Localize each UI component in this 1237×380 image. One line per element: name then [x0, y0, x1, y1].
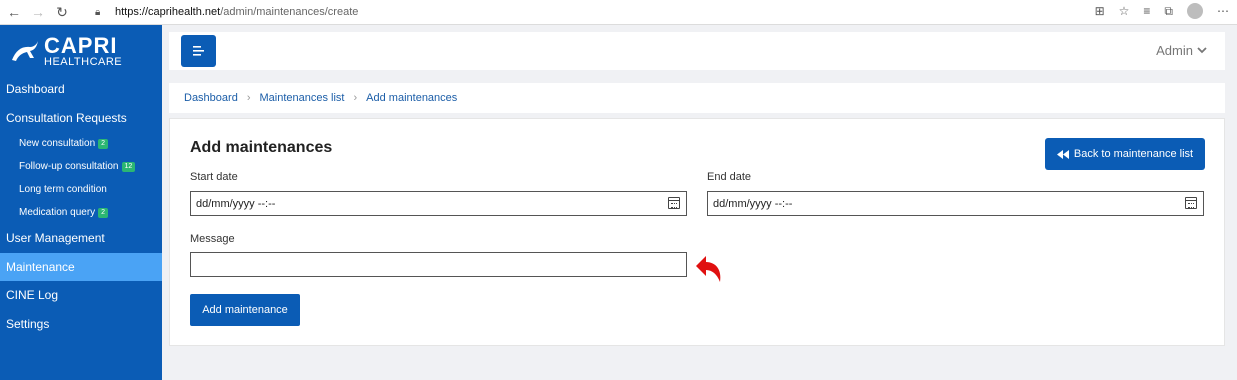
sidebar-item-follow-up-consultation[interactable]: Follow-up consultation 12 — [0, 155, 162, 178]
logo-line2: HEALTHCARE — [44, 55, 123, 68]
start-date-label: Start date — [190, 171, 238, 183]
breadcrumb-separator-icon: › — [246, 92, 251, 104]
browser-toolbar: ← → ↻ 🔒︎ https://caprihealth.net/admin/m… — [0, 0, 1237, 25]
sidebar-item-label: Long term condition — [19, 184, 107, 195]
forward-arrow-icon[interactable]: → — [28, 2, 48, 22]
sidebar-item-settings[interactable]: Settings — [0, 310, 162, 339]
sidebar-item-consultation-requests[interactable]: Consultation Requests — [0, 104, 162, 133]
chevron-down-icon — [1197, 47, 1207, 54]
logo[interactable]: CAPRI HEALTHCARE — [10, 33, 122, 69]
breadcrumb-dashboard[interactable]: Dashboard — [184, 92, 238, 104]
sidebar-toggle-button[interactable] — [181, 35, 216, 67]
page-title: Add maintenances — [190, 139, 333, 156]
end-date-input[interactable]: dd/mm/yyyy --:-- — [707, 191, 1204, 216]
sidebar-item-medication-query[interactable]: Medication query 2 — [0, 201, 162, 224]
calendar-icon[interactable] — [1185, 197, 1197, 209]
sidebar: CAPRI HEALTHCARE Dashboard Consultation … — [0, 25, 162, 380]
sidebar-item-label: Consultation Requests — [6, 110, 127, 125]
logo-line1: CAPRI — [44, 32, 118, 58]
capri-logo-icon — [12, 41, 38, 61]
form-card: Add maintenances Back to maintenance lis… — [169, 118, 1225, 346]
sidebar-item-label: New consultation — [19, 138, 96, 149]
profile-icon[interactable] — [1187, 3, 1203, 19]
sidebar-item-cine-log[interactable]: CINE Log — [0, 281, 162, 310]
url-path: /admin/maintenances/create — [220, 6, 359, 18]
sidebar-item-long-term-condition[interactable]: Long term condition — [0, 178, 162, 201]
breadcrumb-current: Add maintenances — [366, 92, 458, 104]
message-label: Message — [190, 233, 235, 245]
sidebar-item-maintenance[interactable]: Maintenance — [0, 252, 162, 281]
back-button-label: Back to maintenance list — [1073, 148, 1194, 160]
count-badge: 2 — [98, 207, 109, 218]
favorite-icon[interactable]: ☆ — [1119, 4, 1130, 18]
message-input[interactable] — [190, 252, 687, 277]
end-date-value: dd/mm/yyyy --:-- — [713, 197, 793, 210]
user-name: Admin — [1156, 43, 1193, 58]
sidebar-item-label: Follow-up consultation — [19, 161, 119, 172]
rewind-icon — [1056, 149, 1069, 159]
browser-actions: ⊞ ☆ ≡ ⧉ ⋯ — [1095, 3, 1229, 19]
end-date-label: End date — [707, 171, 752, 183]
back-arrow-icon[interactable]: ← — [4, 2, 24, 22]
reader-icon[interactable]: ⊞ — [1095, 4, 1105, 18]
calendar-icon[interactable] — [668, 197, 680, 209]
count-badge: 12 — [121, 161, 136, 172]
sidebar-item-label: Settings — [6, 316, 50, 331]
breadcrumb-separator-icon: › — [353, 92, 358, 104]
url-host: https://caprihealth.net — [115, 6, 221, 18]
sidebar-item-label: CINE Log — [6, 288, 59, 303]
logo-text: CAPRI HEALTHCARE — [44, 32, 123, 68]
back-to-list-button[interactable]: Back to maintenance list — [1045, 138, 1205, 170]
sidebar-item-label: Dashboard — [6, 82, 65, 97]
user-menu[interactable]: Admin — [1156, 43, 1207, 58]
favorites-bar-icon[interactable]: ≡ — [1143, 4, 1150, 18]
menu-icon — [192, 46, 204, 56]
sidebar-item-user-management[interactable]: User Management — [0, 224, 162, 253]
sidebar-item-label: Maintenance — [6, 259, 75, 274]
sidebar-item-label: User Management — [6, 231, 105, 246]
collections-icon[interactable]: ⧉ — [1164, 4, 1173, 19]
reload-icon[interactable]: ↻ — [52, 2, 72, 22]
annotation-arrow-icon — [696, 256, 721, 282]
address-bar[interactable]: 🔒︎ https://caprihealth.net/admin/mainten… — [95, 2, 1075, 22]
more-icon[interactable]: ⋯ — [1217, 4, 1229, 18]
sidebar-item-label: Medication query — [19, 207, 96, 218]
lock-icon: 🔒︎ — [95, 6, 101, 18]
start-date-input[interactable]: dd/mm/yyyy --:-- — [190, 191, 687, 216]
sidebar-menu: Dashboard Consultation Requests New cons… — [0, 75, 162, 338]
sidebar-item-dashboard[interactable]: Dashboard — [0, 75, 162, 104]
add-maintenance-button[interactable]: Add maintenance — [190, 294, 300, 326]
sidebar-item-new-consultation[interactable]: New consultation 2 — [0, 132, 162, 155]
top-header: Admin — [169, 32, 1225, 70]
count-badge: 2 — [98, 138, 109, 149]
breadcrumb: Dashboard › Maintenances list › Add main… — [169, 83, 1225, 113]
breadcrumb-maintenances-list[interactable]: Maintenances list — [260, 92, 345, 104]
start-date-value: dd/mm/yyyy --:-- — [196, 197, 276, 210]
